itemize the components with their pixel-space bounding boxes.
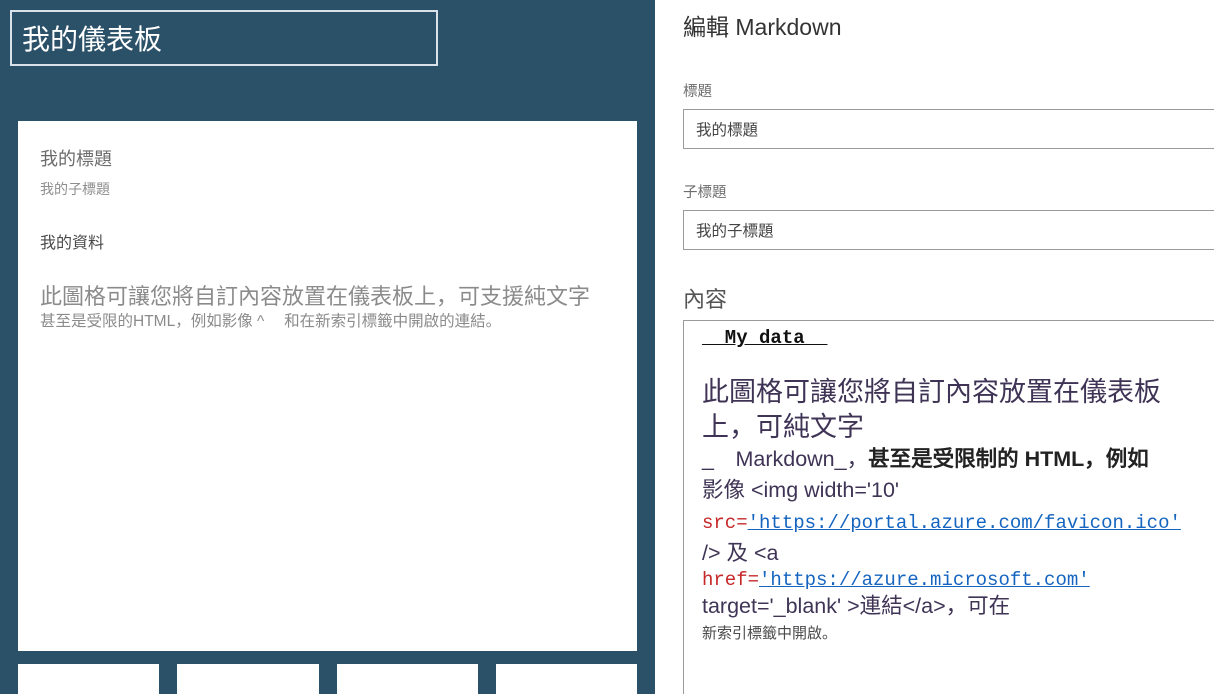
content-mix-line2: 影像 <img width='10' [702,475,1204,506]
tile-description-line2: 甚至是受限的HTML，例如影像 ^ 和在新索引標籤中開啟的連結。 [40,311,615,333]
dashboard-panel: 我的儀表板 我的標題 我的子標題 我的資料 此圖格可讓您將自訂內容放置在儀表板上… [0,0,655,694]
src-attr: src= [702,512,748,534]
href-attr: href= [702,569,759,591]
panel-heading: 編輯 Markdown [683,8,1214,42]
content-mix-line1: _ Markdown_，甚至是受限制的 HTML，例如 [702,444,1204,475]
url-text: 'https://azure.microsoft.com' [759,569,1090,591]
bottom-tile[interactable] [177,664,318,694]
content-small-text: 新索引標籤中開啟。 [702,622,1204,643]
content-src-line: src='https://portal.azure.com/favicon.ic… [702,506,1204,568]
bottom-tile[interactable] [337,664,478,694]
tile-data-label: 我的資料 [40,229,615,253]
edit-markdown-panel: 編輯 Markdown 標題 子標題 內容 __My data _ 此圖格可讓您… [655,0,1214,694]
content-href-line: href='https://azure.microsoft.com' [702,569,1204,591]
title-field-label: 標題 [683,80,1214,101]
tile-subtitle: 我的子標題 [40,179,615,199]
content-text: 影像 <img width='10' [702,478,899,502]
subtitle-field-label: 子標題 [683,181,1214,202]
bottom-tile[interactable] [496,664,637,694]
tile-description-line1: 此圖格可讓您將自訂內容放置在儀表板上，可支援純文字 [40,283,615,311]
dashboard-title-input[interactable]: 我的儀表板 [10,10,438,66]
bottom-tile[interactable] [18,664,159,694]
content-text: /> 及 <a [702,541,779,565]
content-editor[interactable]: __My data _ 此圖格可讓您將自訂內容放置在儀表板上，可純文字 _ Ma… [683,320,1214,694]
title-input[interactable] [683,109,1214,149]
content-text-bold: 甚至是受限制的 HTML，例如 [868,447,1149,471]
content-line-bold: __My data _ [702,327,827,349]
subtitle-input[interactable] [683,210,1214,250]
markdown-tile[interactable]: 我的標題 我的子標題 我的資料 此圖格可讓您將自訂內容放置在儀表板上，可支援純文… [18,121,637,651]
content-mix-line4: target='_blank' >連結</a>，可在 [702,591,1204,622]
content-text: _ Markdown_， [702,447,868,471]
url-text: 'https://portal.azure.com/favicon.ico' [748,512,1181,534]
dashboard-title-container: 我的儀表板 [10,10,645,66]
bottom-tiles-strip [18,664,637,694]
content-big-text: 此圖格可讓您將自訂內容放置在儀表板上，可純文字 [702,375,1204,444]
tile-title: 我的標題 [40,145,615,171]
content-field-label: 內容 [683,282,1214,314]
